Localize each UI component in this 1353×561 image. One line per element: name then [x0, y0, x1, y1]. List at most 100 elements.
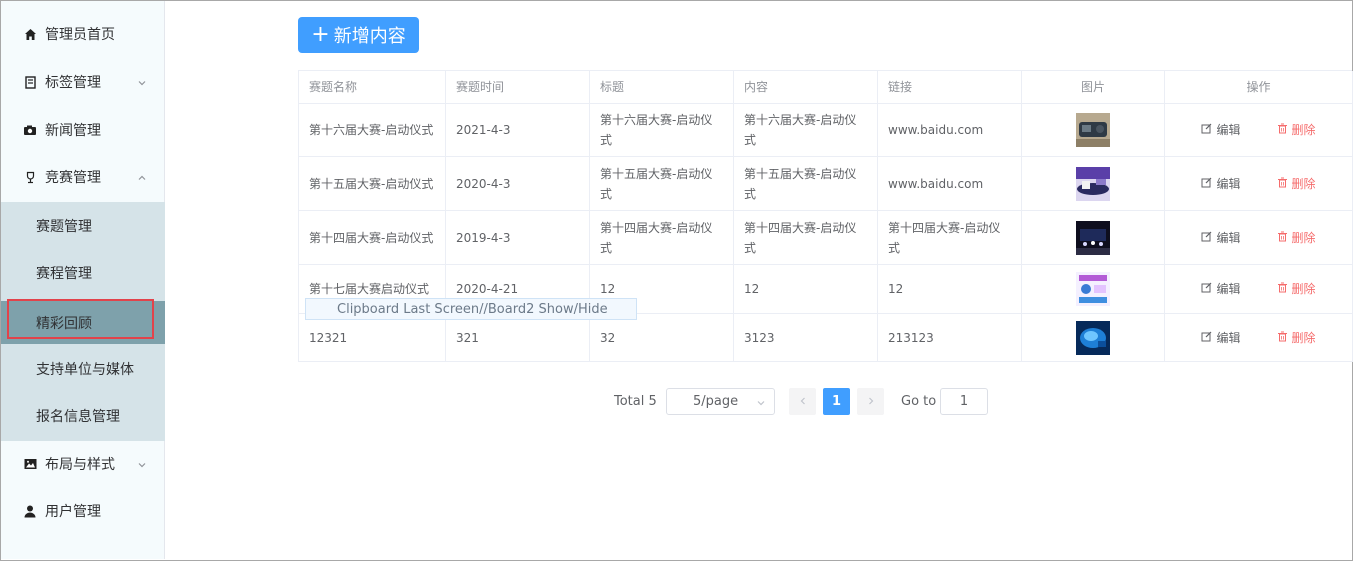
delete-label: 删除: [1291, 230, 1316, 245]
sidebar-item-label: 标签管理: [45, 75, 101, 91]
cell-text: www.baidu.com: [888, 123, 984, 137]
submenu-item-schedule[interactable]: 赛程管理: [1, 253, 165, 293]
column-header: 内容: [734, 71, 878, 104]
table-cell-name: 第十五届大赛-启动仪式: [299, 157, 446, 211]
table-cell-image: [1022, 104, 1165, 157]
delete-button[interactable]: 删除: [1277, 328, 1316, 348]
trophy-icon: [23, 170, 37, 184]
edit-icon: [1201, 328, 1216, 348]
table-cell-title: 第十五届大赛-启动仪式: [590, 157, 734, 211]
edit-button[interactable]: 编辑: [1201, 228, 1241, 248]
table-cell-link: www.baidu.com: [878, 157, 1022, 211]
cell-text: 第十六届大赛-启动仪式: [744, 113, 857, 147]
cell-text: 12: [600, 282, 616, 296]
delete-label: 删除: [1291, 123, 1316, 137]
goto-label: Go to: [901, 394, 937, 409]
sidebar-item-admin-home[interactable]: 管理员首页: [1, 14, 165, 54]
table-cell-name: 12321: [299, 314, 446, 362]
table-cell-actions: 编辑 删除: [1165, 211, 1353, 265]
table-cell-title: 第十四届大赛-启动仪式: [590, 211, 734, 265]
cell-text: 第十五届大赛-启动仪式: [744, 166, 857, 201]
thumbnail-dark-stage[interactable]: [1076, 220, 1110, 255]
cell-text: 2021-4-3: [456, 123, 511, 137]
cell-text: www.baidu.com: [888, 176, 984, 191]
table-cell-content: 第十五届大赛-启动仪式: [734, 157, 878, 211]
cell-text: 12: [888, 282, 904, 296]
table-cell-image: [1022, 211, 1165, 265]
table-cell-link: 12: [878, 265, 1022, 314]
submenu-item-label: 赛程管理: [36, 266, 92, 282]
add-content-label: 新增内容: [333, 26, 406, 47]
next-page-button[interactable]: [857, 388, 884, 415]
table-cell-content: 第十四届大赛-启动仪式: [734, 211, 878, 265]
chevron-down-icon: [137, 458, 147, 468]
column-header: 链接: [878, 71, 1022, 104]
sidebar-item-label: 用户管理: [45, 504, 101, 520]
table-cell-image: [1022, 157, 1165, 211]
sidebar-item-label: 布局与样式: [45, 457, 115, 473]
column-header: 赛题名称: [299, 71, 446, 104]
edit-button[interactable]: 编辑: [1201, 279, 1241, 299]
cell-text: 321: [456, 330, 479, 345]
trash-icon: [1277, 328, 1292, 348]
edit-button[interactable]: 编辑: [1201, 328, 1241, 348]
table-cell-actions: 编辑 删除: [1165, 314, 1353, 362]
cell-text: 2020-4-3: [456, 176, 511, 191]
table-cell-title: 第十六届大赛-启动仪式: [590, 104, 734, 157]
submenu-item-registrations[interactable]: 报名信息管理: [1, 396, 165, 436]
table-cell-time: 2019-4-3: [446, 211, 590, 265]
sidebar-item-layout-style[interactable]: 布局与样式: [1, 444, 165, 484]
delete-button[interactable]: 删除: [1277, 279, 1316, 299]
table-cell-link: www.baidu.com: [878, 104, 1022, 157]
edit-icon: [1201, 174, 1216, 194]
cell-text: 12321: [309, 330, 348, 345]
table-cell-content: 3123: [734, 314, 878, 362]
add-content-button[interactable]: + 新增内容: [298, 17, 419, 53]
highlight-annotation-box: [7, 299, 154, 339]
table-cell-title: 32: [590, 314, 734, 362]
cell-text: 第十六届大赛-启动仪式: [309, 123, 434, 137]
cell-text: 32: [600, 330, 616, 345]
table-cell-content: 第十六届大赛-启动仪式: [734, 104, 878, 157]
prev-page-button[interactable]: [789, 388, 816, 415]
chevron-right-icon: [867, 395, 875, 409]
sidebar-item-tags[interactable]: 标签管理: [1, 62, 165, 102]
delete-label: 删除: [1291, 176, 1316, 191]
clipboard-tooltip: Clipboard Last Screen//Board2 Show/Hide: [305, 298, 637, 320]
edit-button[interactable]: 编辑: [1201, 120, 1241, 140]
goto-page-input[interactable]: 1: [940, 388, 988, 415]
thumbnail-robot[interactable]: [1076, 113, 1110, 147]
column-header: 赛题时间: [446, 71, 590, 104]
image-icon: [23, 457, 37, 471]
edit-button[interactable]: 编辑: [1201, 174, 1241, 194]
sidebar-item-users[interactable]: 用户管理: [1, 491, 165, 531]
page-number-current[interactable]: 1: [823, 388, 850, 415]
delete-button[interactable]: 删除: [1277, 228, 1316, 248]
thumbnail-purple-stage[interactable]: [1076, 166, 1110, 201]
cell-text: 2020-4-21: [456, 282, 519, 296]
user-icon: [23, 504, 37, 518]
sidebar-item-news[interactable]: 新闻管理: [1, 110, 165, 150]
page-size-value: 5/page: [693, 394, 739, 409]
sidebar-item-competition[interactable]: 竞赛管理: [1, 157, 165, 197]
thumbnail-blue-render[interactable]: [1076, 320, 1110, 355]
submenu-item-topics[interactable]: 赛题管理: [1, 206, 165, 246]
submenu-item-sponsors[interactable]: 支持单位与媒体: [1, 349, 165, 389]
edit-label: 编辑: [1216, 123, 1241, 137]
cell-text: 213123: [888, 330, 934, 345]
tag-book-icon: [23, 75, 37, 89]
chevron-up-icon: [137, 171, 147, 181]
thumbnail-poster[interactable]: [1076, 272, 1110, 306]
cell-text: 第十四届大赛-启动仪式: [309, 230, 434, 245]
submenu-item-label: 赛题管理: [36, 219, 92, 235]
page-size-select[interactable]: 5/page: [666, 388, 775, 415]
table-cell-link: 第十四届大赛-启动仪式: [878, 211, 1022, 265]
trash-icon: [1277, 174, 1292, 194]
edit-icon: [1201, 120, 1216, 140]
delete-label: 删除: [1291, 282, 1316, 296]
pagination-total: Total 5: [614, 394, 657, 409]
edit-icon: [1201, 279, 1216, 299]
delete-button[interactable]: 删除: [1277, 120, 1316, 140]
sidebar-item-label: 新闻管理: [45, 123, 101, 139]
delete-button[interactable]: 删除: [1277, 174, 1316, 194]
